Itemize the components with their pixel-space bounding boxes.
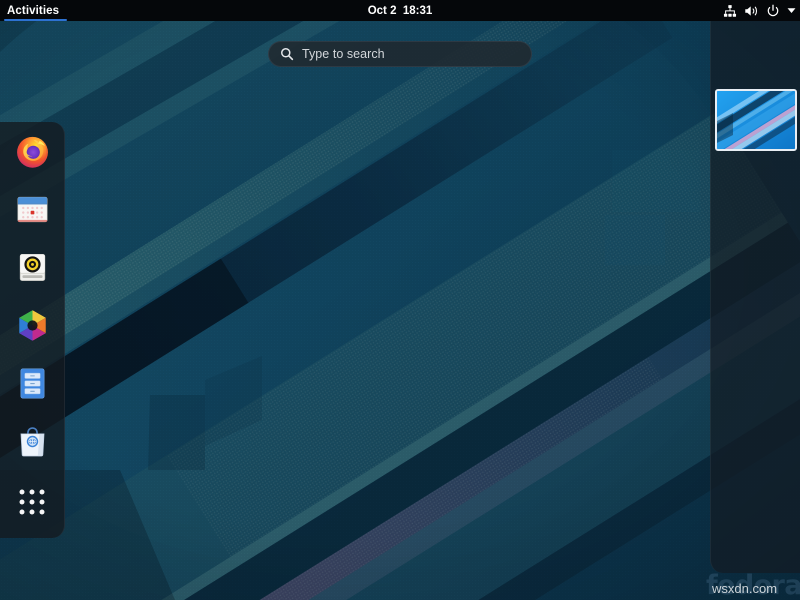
clock-label[interactable]: Oct 2 18:31 bbox=[368, 5, 433, 17]
workspace-thumbnail-preview bbox=[717, 91, 795, 149]
dash-item-files[interactable] bbox=[0, 354, 65, 412]
chevron-down-icon bbox=[787, 7, 796, 14]
photos-icon bbox=[14, 307, 51, 344]
clock: Oct 2 18:31 bbox=[0, 0, 800, 21]
show-applications-button[interactable] bbox=[0, 473, 65, 531]
power-icon bbox=[766, 4, 780, 18]
calendar-icon bbox=[14, 191, 51, 228]
rhythmbox-icon bbox=[14, 249, 51, 286]
activities-indicator bbox=[4, 19, 67, 21]
workspace-thumbnail-1[interactable] bbox=[715, 89, 797, 151]
firefox-icon bbox=[14, 133, 51, 170]
dash-item-rhythmbox[interactable] bbox=[0, 238, 65, 296]
dash-item-calendar[interactable] bbox=[0, 180, 65, 238]
dash-item-software[interactable] bbox=[0, 412, 65, 470]
activities-label: Activities bbox=[7, 5, 59, 17]
system-status-area[interactable] bbox=[723, 0, 796, 21]
search-placeholder-text: Type to search bbox=[302, 47, 385, 61]
volume-icon bbox=[744, 4, 759, 18]
app-grid-icon bbox=[17, 487, 47, 517]
activities-button[interactable]: Activities bbox=[0, 0, 68, 21]
dash-dock bbox=[0, 122, 65, 538]
files-icon bbox=[14, 365, 51, 402]
overview-backdrop[interactable] bbox=[0, 0, 800, 600]
software-icon bbox=[14, 423, 51, 460]
wired-network-icon bbox=[723, 4, 737, 18]
workspace-switcher-panel bbox=[710, 21, 800, 573]
dash-item-firefox[interactable] bbox=[0, 122, 65, 180]
top-bar: Activities Oct 2 18:31 bbox=[0, 0, 800, 21]
dash-item-photos[interactable] bbox=[0, 296, 65, 354]
search-icon bbox=[280, 47, 294, 61]
search-input[interactable]: Type to search bbox=[268, 41, 532, 67]
